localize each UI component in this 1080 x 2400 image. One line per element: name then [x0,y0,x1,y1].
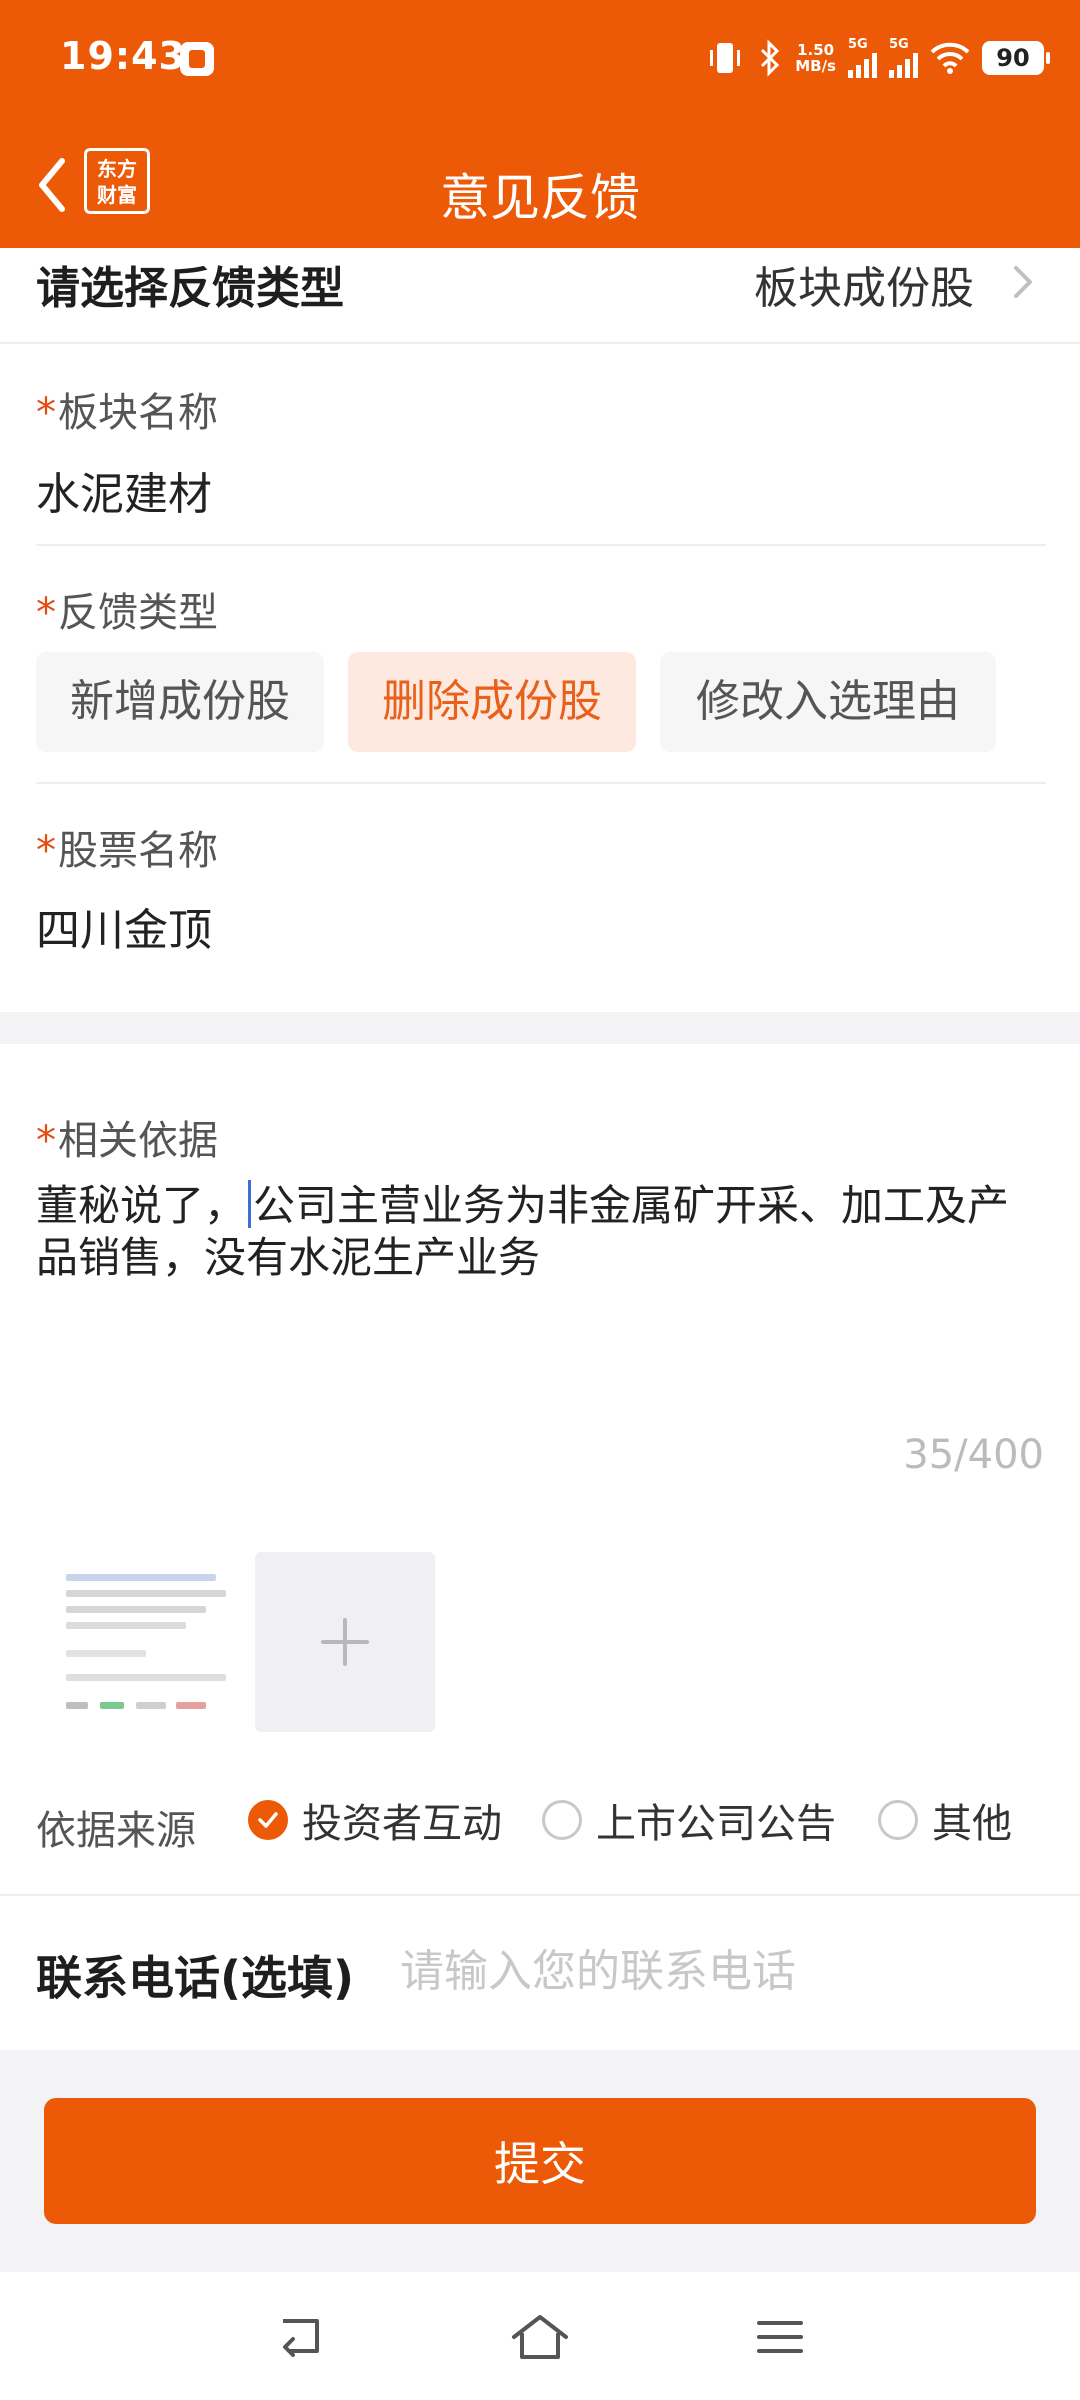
system-menu-icon [757,2321,803,2353]
required-star: * [36,828,56,874]
system-navigation-bar [0,2272,1080,2400]
attachment-thumbnail[interactable] [36,1552,236,1734]
thumb-line [66,1622,186,1629]
notification-app-icon [180,42,214,76]
network-speed: 1.50 MB/s [795,42,836,74]
chevron-right-icon [1014,266,1032,298]
feedback-type-label: 请选择反馈类型 [36,263,344,314]
thumb-line [176,1702,206,1709]
divider [36,782,1046,784]
radio-checked [248,1800,288,1840]
feedback-kind-label: *反馈类型 [36,580,218,638]
section-separator [0,1012,1080,1044]
contact-phone-input[interactable] [400,1936,1040,2006]
wifi-icon [930,42,970,74]
text-caret [248,1180,252,1228]
chip-modify-reason[interactable]: 修改入选理由 [660,652,996,752]
system-menu-button[interactable] [740,2302,820,2372]
page-title: 意见反馈 [440,169,640,227]
thumb-line [66,1650,146,1657]
evidence-label-text: 相关依据 [58,1118,218,1164]
radio-unchecked [542,1800,582,1840]
chip-add-constituent[interactable]: 新增成份股 [36,652,324,752]
vibrate-icon [710,43,741,73]
battery-indicator: 90 [982,41,1050,75]
bluetooth-icon [761,39,780,77]
add-photo-button[interactable] [255,1552,435,1732]
feedback-type-value: 板块成份股 [754,263,974,314]
source-option-label: 其他 [932,1801,1012,1847]
check-icon [258,1812,278,1828]
evidence-source-row: 依据来源 投资者互动 上市公司公告 其他 [0,1774,1080,1874]
required-star: * [36,1118,56,1164]
chip-remove-constituent[interactable]: 删除成份股 [348,652,636,752]
thumb-line [66,1574,216,1581]
signal-bars-icon [848,52,877,78]
thumb-line [66,1702,88,1709]
top-navbar: 东方 财富 意见反馈 [0,120,1080,248]
required-star: * [36,590,56,636]
status-icons: 1.50 MB/s 5G 5G 90 [705,36,1050,80]
signal-1: 5G [848,38,877,78]
source-label: 依据来源 [36,1808,196,1854]
source-option-other[interactable]: 其他 [878,1790,1012,1850]
feedback-type-selector[interactable]: 请选择反馈类型 板块成份股 [0,248,1080,344]
submit-button[interactable]: 提交 [44,2098,1036,2224]
status-time: 19:43 [60,34,186,78]
system-back-button[interactable] [262,2302,342,2372]
source-option-label: 投资者互动 [302,1801,502,1847]
source-option-investor-interaction[interactable]: 投资者互动 [248,1790,502,1850]
sector-label: *板块名称 [36,380,218,438]
stock-label-text: 股票名称 [58,828,218,874]
status-bar: 19:43 1.50 MB/s 5G 5G 90 [0,0,1080,120]
source-option-company-announcement[interactable]: 上市公司公告 [542,1790,836,1850]
radio-unchecked [878,1800,918,1840]
required-star: * [36,390,56,436]
signal-2-label: 5G [889,37,909,52]
system-home-icon [512,2315,568,2359]
system-back-icon [283,2319,319,2357]
network-speed-unit: MB/s [795,57,836,75]
thumb-line [66,1674,226,1681]
plus-icon [321,1618,369,1666]
sector-label-text: 板块名称 [58,390,218,436]
sector-value: 水泥建材 [36,469,212,520]
thumb-line [66,1606,206,1613]
evidence-label: *相关依据 [36,1108,218,1166]
divider [36,544,1046,546]
char-counter: 35/400 [903,1432,1044,1478]
source-option-label: 上市公司公告 [596,1801,836,1847]
thumb-line [136,1702,166,1709]
contact-phone-label: 联系电话(选填) [36,1951,355,2005]
evidence-textarea[interactable]: 董秘说了， 公司主营业务为非金属矿开采、加工及产品销售，没有水泥生产业务 [36,1180,1046,1284]
bottom-action-area: 提交 [0,2050,1080,2272]
stock-value: 四川金顶 [36,905,212,956]
feedback-kind-label-text: 反馈类型 [58,590,218,636]
signal-bars-icon [889,52,918,78]
stock-label: *股票名称 [36,818,218,876]
thumb-line [66,1590,226,1597]
signal-2: 5G [889,38,918,78]
signal-1-label: 5G [848,37,868,52]
contact-phone-row: 联系电话(选填) [0,1894,1080,2050]
network-speed-value: 1.50 [797,41,835,59]
thumb-line [100,1702,124,1709]
evidence-text-part1: 董秘说了， [36,1181,247,1230]
system-home-button[interactable] [500,2302,580,2372]
